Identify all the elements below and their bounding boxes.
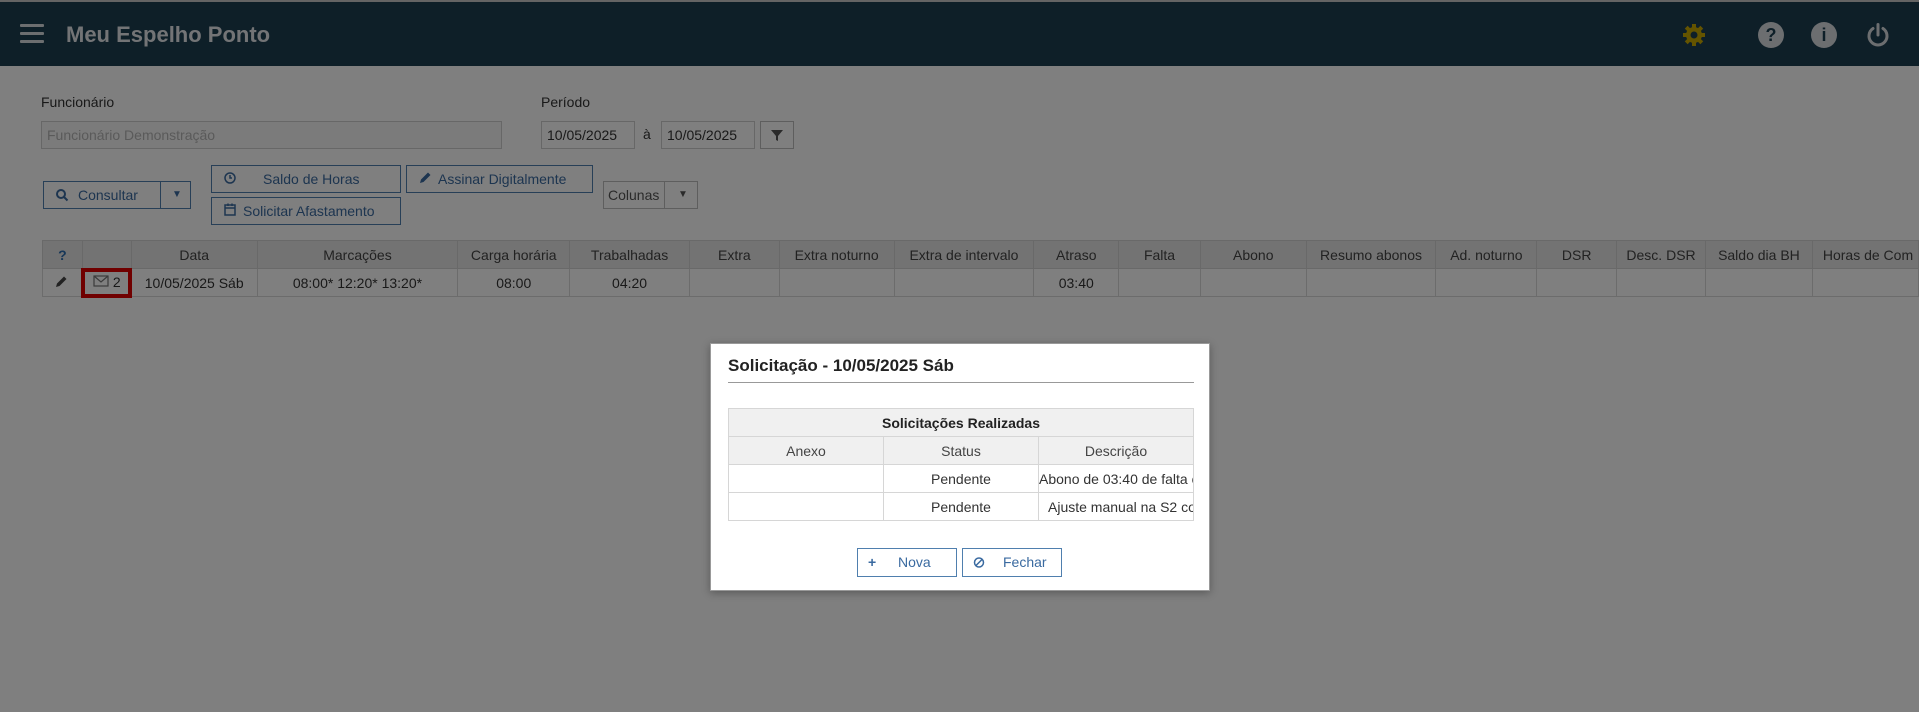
modal-title: Solicitação - 10/05/2025 Sáb — [728, 356, 954, 375]
modal-divider — [728, 382, 1194, 383]
cell-attachment[interactable] — [728, 492, 884, 521]
requests-table-caption: Solicitações Realizadas — [728, 408, 1194, 437]
cell-description: Ajuste manual na S2 com a marcação de — [1038, 492, 1194, 521]
cell-attachment[interactable] — [728, 464, 884, 493]
column-header: Status — [883, 436, 1039, 465]
new-request-button[interactable]: + Nova — [857, 548, 957, 577]
plus-icon: + — [868, 554, 877, 570]
table-row[interactable]: Pendente Ajuste manual na S2 com a marca… — [728, 492, 1194, 521]
close-label: Fechar — [1003, 554, 1047, 570]
new-request-label: Nova — [898, 554, 931, 570]
close-button[interactable]: Fechar — [962, 548, 1062, 577]
cell-description: Abono de 03:40 de falta como atraso — [1038, 464, 1194, 493]
column-header: Anexo — [728, 436, 884, 465]
table-row[interactable]: Pendente Abono de 03:40 de falta como at… — [728, 464, 1194, 493]
request-modal: Solicitação - 10/05/2025 Sáb Solicitaçõe… — [710, 343, 1210, 591]
requests-table: Solicitações Realizadas Anexo Status Des… — [728, 408, 1194, 521]
ban-icon — [973, 549, 985, 585]
cell-status: Pendente — [883, 492, 1039, 521]
column-header: Descrição — [1038, 436, 1194, 465]
cell-status: Pendente — [883, 464, 1039, 493]
